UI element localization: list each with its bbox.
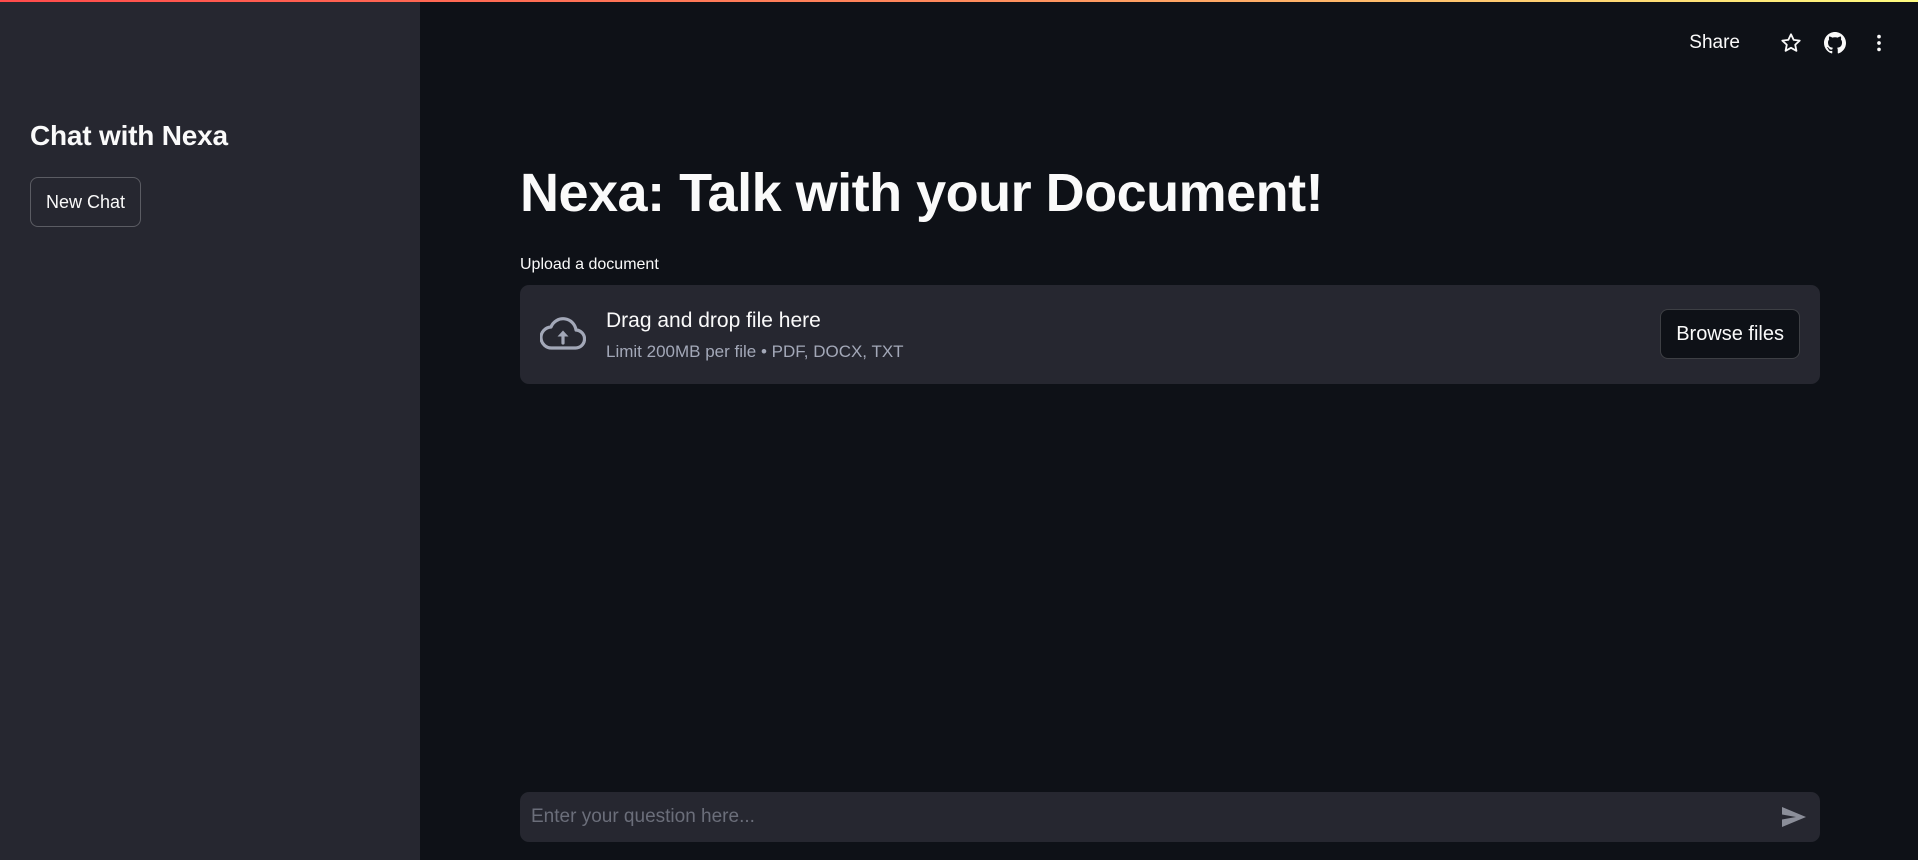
browse-files-button[interactable]: Browse files [1660, 309, 1800, 359]
header-decoration-bar [0, 0, 1918, 2]
chat-input-container [520, 792, 1820, 842]
github-icon[interactable] [1822, 30, 1848, 56]
new-chat-button[interactable]: New Chat [30, 177, 142, 227]
upload-label: Upload a document [520, 256, 659, 273]
cloud-upload-icon [539, 315, 587, 355]
send-icon[interactable] [1780, 803, 1808, 831]
main-content: Nexa: Talk with your Document! Upload a … [520, 0, 1820, 860]
page-title: Nexa: Talk with your Document! [520, 163, 1324, 223]
file-limit-text: Limit 200MB per file • PDF, DOCX, TXT [606, 342, 904, 361]
sidebar: Chat with Nexa New Chat [0, 0, 420, 860]
drop-instruction: Drag and drop file here [606, 309, 821, 332]
question-input[interactable] [520, 792, 1760, 842]
app-root: Chat with Nexa New Chat Share Nexa: Talk… [0, 0, 1918, 860]
more-vertical-icon[interactable] [1866, 30, 1892, 56]
file-dropzone[interactable]: Drag and drop file here Limit 200MB per … [520, 285, 1820, 384]
sidebar-title: Chat with Nexa [30, 120, 228, 151]
